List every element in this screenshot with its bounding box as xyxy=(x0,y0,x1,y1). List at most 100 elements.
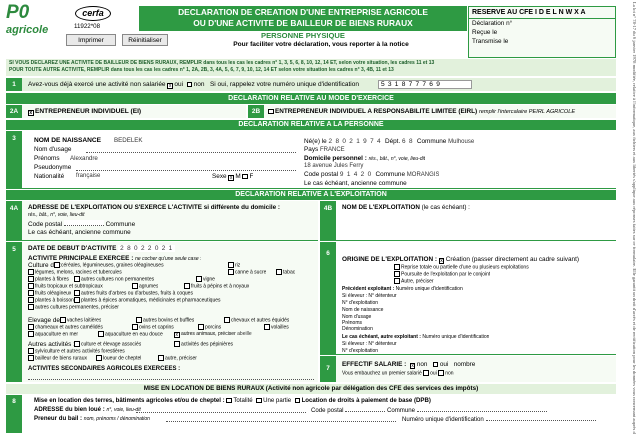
elevages-precision[interactable]: abeille xyxy=(236,331,251,337)
cultures-option-9[interactable]: agrumes xyxy=(132,283,158,290)
elevages-checkbox-6[interactable] xyxy=(264,324,270,330)
premier-salarie-oui-checkbox[interactable] xyxy=(423,370,429,376)
elevages-option-5[interactable]: porcins xyxy=(198,324,221,331)
preneur-num-field[interactable] xyxy=(485,415,596,421)
origine-creation-checkbox[interactable]: x xyxy=(438,258,445,264)
autres-option-2[interactable]: sylviculture et autres activités foresti… xyxy=(28,348,125,355)
elevages-checkbox-8[interactable] xyxy=(98,331,104,337)
domicile-field[interactable]: 18 avenue Jules Ferry xyxy=(304,163,464,169)
cultures-checkbox-3[interactable] xyxy=(228,269,234,275)
commune-field[interactable]: MORANGIS xyxy=(407,172,440,178)
elevages-option-2[interactable]: chevaux et autres équidés xyxy=(224,317,289,324)
autres-checkbox-3[interactable] xyxy=(28,355,34,361)
partie-checkbox[interactable] xyxy=(256,397,262,403)
elevages-option-9[interactable]: x autres animaux, préciser abeille xyxy=(174,331,252,338)
autres-checkbox-2[interactable] xyxy=(28,348,34,354)
cultures-checkbox-4[interactable] xyxy=(276,269,282,275)
cadre-2a-checkbox[interactable]: x xyxy=(28,110,34,116)
cultures-checkbox-15[interactable] xyxy=(28,304,34,310)
cultures-option-5[interactable]: plantes à fibres xyxy=(28,276,69,283)
dept-field[interactable]: 6 8 xyxy=(402,138,413,145)
origine-autre-checkbox[interactable] xyxy=(394,278,400,284)
cultures-option-2[interactable]: légumes, melons, racines et tubercules xyxy=(28,269,122,276)
commune-naissance-field[interactable]: Mulhouse xyxy=(448,139,474,145)
nom-usage-field[interactable] xyxy=(86,146,296,153)
bien-cp-field[interactable] xyxy=(345,406,386,412)
elevages-checkbox-3[interactable] xyxy=(28,324,34,330)
cadre-4a-cp-field[interactable] xyxy=(63,220,104,226)
cultures-checkbox-7[interactable] xyxy=(196,276,202,282)
cultures-option-6[interactable]: autres cultures non permanentes xyxy=(74,276,154,283)
autres-checkbox-0[interactable] xyxy=(74,341,80,347)
cultures-checkbox-0[interactable] xyxy=(54,262,60,268)
elevages-option-1[interactable]: autres bovins et buffles xyxy=(136,317,194,324)
pseudonyme-field[interactable] xyxy=(76,164,296,171)
cadre-1-non-checkbox[interactable] xyxy=(186,81,193,87)
cultures-option-1[interactable]: riz xyxy=(228,262,240,269)
elevages-option-4[interactable]: ovins et caprins xyxy=(132,324,174,331)
autres-option-0[interactable]: culture et élevage associés xyxy=(74,341,141,348)
totalite-checkbox[interactable] xyxy=(226,397,232,403)
cultures-option-8[interactable]: fruits tropicaux et subtropicaux xyxy=(28,283,103,290)
cultures-checkbox-1[interactable] xyxy=(228,262,234,268)
sexe-f-checkbox[interactable] xyxy=(242,173,248,179)
elevages-option-6[interactable]: volailles xyxy=(264,324,289,331)
autres-option-1[interactable]: activités des pépinières xyxy=(174,341,233,348)
effectif-oui-checkbox[interactable] xyxy=(432,361,439,367)
elevages-checkbox-4[interactable] xyxy=(132,324,138,330)
elevages-checkbox-7[interactable] xyxy=(28,331,34,337)
cultures-option-7[interactable]: vigne xyxy=(196,276,215,283)
droits-checkbox[interactable] xyxy=(294,397,301,403)
cadre-1-oui-checkbox[interactable]: x xyxy=(167,83,173,89)
cultures-option-11[interactable]: fruits oléagineux xyxy=(28,290,71,297)
cultures-option-4[interactable]: tabac xyxy=(276,269,295,276)
cultures-checkbox-14[interactable] xyxy=(74,297,80,303)
nationalite-field[interactable]: française xyxy=(76,173,100,179)
cadre-1-siren-field[interactable]: 5 3 1 8 7 7 7 6 9 xyxy=(378,80,472,89)
elevages-checkbox-9[interactable]: x xyxy=(174,332,180,338)
date-debut-field[interactable]: 2 8 0 2 2 0 2 1 xyxy=(118,245,176,252)
autres-checkbox-4[interactable] xyxy=(96,355,102,361)
cultures-option-3[interactable]: canne à sucre xyxy=(228,269,266,276)
autres-option-4[interactable]: loueur de cheptel xyxy=(96,355,141,362)
cultures-checkbox-6[interactable] xyxy=(74,276,80,282)
elevages-checkbox-0[interactable] xyxy=(60,317,66,323)
prenoms-field[interactable]: Alexandre xyxy=(70,155,98,162)
elevages-checkbox-1[interactable] xyxy=(136,317,142,323)
cp-field[interactable]: 9 1 4 2 0 xyxy=(340,171,372,178)
autres-checkbox-5[interactable] xyxy=(158,355,164,361)
preneur-field[interactable] xyxy=(166,415,396,422)
cultures-checkbox-5[interactable] xyxy=(28,276,34,282)
autres-checkbox-1[interactable] xyxy=(174,341,180,347)
origine-reprise-checkbox[interactable] xyxy=(394,264,400,270)
autres-option-3[interactable]: bailleur de biens ruraux xyxy=(28,355,87,362)
cultures-option-14[interactable]: plantes à épices aromatiques, médicinale… xyxy=(74,297,221,304)
origine-poursuite-checkbox[interactable] xyxy=(394,271,400,277)
cultures-option-10[interactable]: fruits à pépins et à noyaux xyxy=(184,283,249,290)
cultures-option-13[interactable]: plantes à boisson xyxy=(28,297,74,304)
elevages-checkbox-2[interactable] xyxy=(224,317,230,323)
elevages-option-0[interactable]: vaches laitières xyxy=(60,317,101,324)
cultures-option-15[interactable]: autres cultures permanentes, préciser xyxy=(28,304,119,311)
nom-naissance-field[interactable]: BEDELEK xyxy=(114,137,294,144)
cultures-checkbox-8[interactable] xyxy=(28,283,34,289)
autres-option-5[interactable]: autre, préciser xyxy=(158,355,197,362)
cultures-option-0[interactable]: céréales, légumineuses, graines oléagine… xyxy=(54,262,164,269)
cultures-checkbox-10[interactable] xyxy=(184,283,190,289)
sexe-m-checkbox[interactable]: x xyxy=(228,175,234,181)
cultures-checkbox-11[interactable] xyxy=(28,290,34,296)
cultures-option-12[interactable]: autres fruits d'arbres ou d'arbustes, fr… xyxy=(74,290,193,297)
cadre-2b-checkbox[interactable] xyxy=(268,108,274,114)
pays-field[interactable]: FRANCE xyxy=(320,147,345,153)
elevages-option-8[interactable]: aquaculture en eau douce xyxy=(98,331,163,338)
ne-le-field[interactable]: 2 8 0 2 1 9 7 4 xyxy=(329,138,382,145)
elevages-checkbox-5[interactable] xyxy=(198,324,204,330)
elevages-option-7[interactable]: aquaculture en mer xyxy=(28,331,78,338)
cultures-checkbox-2[interactable] xyxy=(28,269,34,275)
cultures-checkbox-9[interactable] xyxy=(132,283,138,289)
activites-secondaires-field[interactable] xyxy=(28,374,314,380)
cultures-checkbox-13[interactable] xyxy=(28,297,34,303)
bien-commune-field[interactable] xyxy=(416,406,547,412)
cultures-checkbox-12[interactable] xyxy=(74,290,80,296)
effectif-non-checkbox[interactable]: x xyxy=(409,363,416,369)
